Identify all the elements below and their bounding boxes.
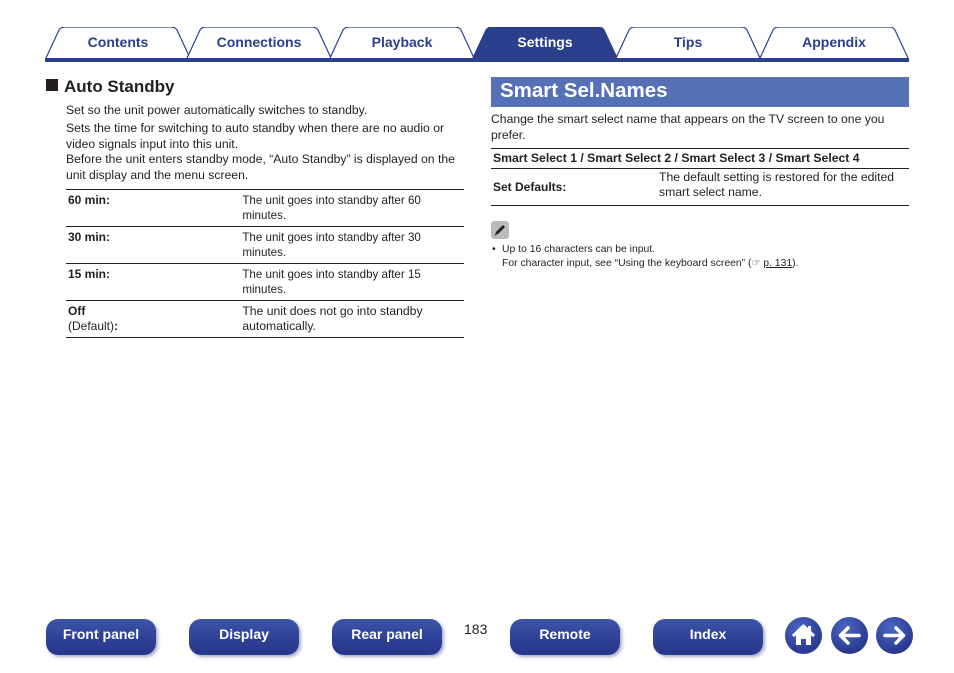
note-text: For character input, see “Using the keyb…	[502, 258, 752, 269]
section-title: Smart Sel.Names	[500, 79, 668, 102]
remote-button[interactable]: Remote	[510, 619, 620, 655]
square-bullet-icon	[46, 79, 58, 91]
section-heading-text: Auto Standby	[64, 77, 175, 96]
tab-underline	[45, 58, 909, 62]
display-button[interactable]: Display	[189, 619, 299, 655]
table-row: Smart Select 1 / Smart Select 2 / Smart …	[491, 149, 909, 169]
tab-label: Contents	[87, 34, 149, 50]
table-row: 30 min: The unit goes into standby after…	[66, 227, 464, 264]
tab-connections[interactable]: Connections	[186, 27, 332, 58]
front-panel-button[interactable]: Front panel	[46, 619, 156, 655]
description: Change the smart select name that appear…	[491, 112, 885, 142]
rear-panel-button[interactable]: Rear panel	[332, 619, 442, 655]
section-title-banner: Smart Sel.Names	[491, 77, 909, 107]
option-value: The unit goes into standby after 30 minu…	[242, 231, 421, 259]
option-default-label: (Default)	[68, 319, 115, 333]
forward-arrow-icon	[883, 626, 906, 645]
tab-contents[interactable]: Contents	[45, 27, 191, 58]
forward-button[interactable]	[876, 617, 913, 654]
option-key: 60 min:	[68, 193, 111, 207]
option-key-text: Off	[68, 304, 86, 318]
option-key: 15 min:	[68, 267, 111, 281]
table-row: 15 min: The unit goes into standby after…	[66, 264, 464, 301]
option-value: The unit goes into standby after 15 minu…	[242, 268, 421, 296]
table-row: 60 min: The unit goes into standby after…	[66, 190, 464, 227]
home-button[interactable]	[785, 617, 822, 654]
option-value: The default setting is restored for the …	[659, 170, 895, 199]
table-row: Set Defaults: The default setting is res…	[491, 169, 909, 206]
index-button[interactable]: Index	[653, 619, 763, 655]
option-colon: :	[114, 319, 119, 333]
tab-label: Settings	[517, 34, 573, 50]
smart-select-header: Smart Select 1 / Smart Select 2 / Smart …	[493, 151, 860, 165]
paragraph: Set so the unit power automatically swit…	[66, 103, 368, 117]
note-text: Up to 16 characters can be input.	[502, 244, 656, 255]
tab-appendix[interactable]: Appendix	[759, 27, 909, 58]
page-number: 183	[464, 621, 488, 637]
back-button[interactable]	[831, 617, 868, 654]
option-key: Set Defaults:	[493, 179, 567, 194]
paragraph: Before the unit enters standby mode, “Au…	[66, 152, 455, 182]
tab-label: Connections	[216, 34, 302, 50]
page-link[interactable]: p. 131	[763, 258, 792, 269]
option-value: The unit does not go into standby automa…	[242, 304, 423, 333]
section-heading: Auto Standby	[46, 77, 175, 97]
smart-select-table: Smart Select 1 / Smart Select 2 / Smart …	[491, 148, 909, 206]
tab-playback[interactable]: Playback	[329, 27, 475, 58]
note-text: ).	[792, 258, 799, 269]
option-value: The unit goes into standby after 60 minu…	[242, 194, 421, 222]
tab-label: Playback	[371, 34, 433, 50]
tab-label: Appendix	[802, 34, 866, 50]
bullet: •	[492, 244, 496, 255]
paragraph: Sets the time for switching to auto stan…	[66, 121, 445, 151]
tab-tips[interactable]: Tips	[615, 27, 761, 58]
back-arrow-icon	[838, 626, 861, 645]
tab-settings[interactable]: Settings	[472, 27, 618, 58]
option-key: Off (Default):	[66, 301, 240, 338]
notes: • Up to 16 characters can be input. For c…	[492, 243, 799, 271]
auto-standby-options-table: 60 min: The unit goes into standby after…	[66, 189, 464, 338]
pointing-hand-icon: ☞	[751, 258, 764, 269]
tab-label: Tips	[673, 34, 703, 50]
memo-pencil-icon	[491, 221, 509, 239]
home-icon	[791, 624, 816, 645]
option-key: 30 min:	[68, 230, 111, 244]
table-row: Off (Default): The unit does not go into …	[66, 301, 464, 338]
